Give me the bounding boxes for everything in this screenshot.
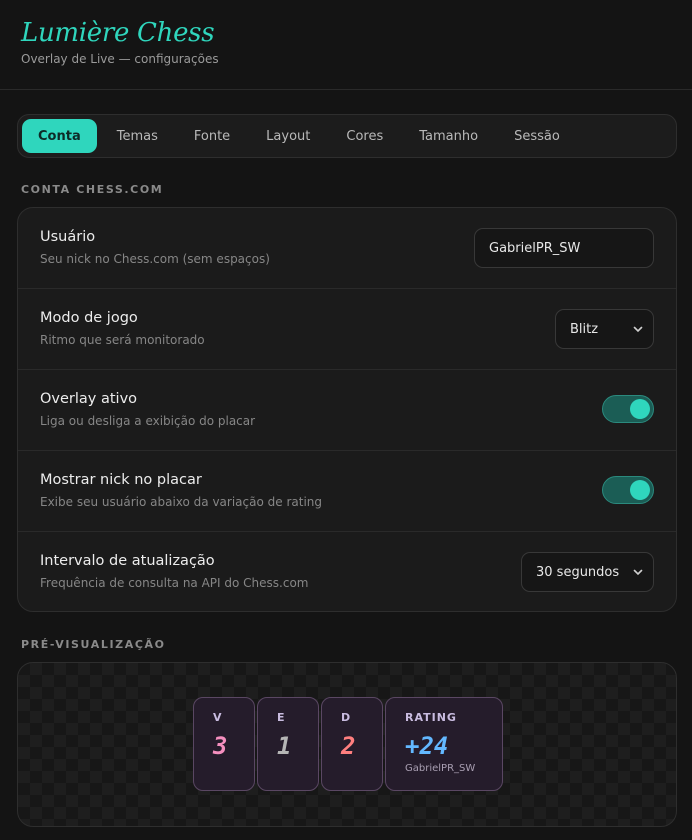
- losses-box: D 2: [321, 697, 383, 791]
- wins-value: 3: [213, 732, 228, 760]
- rating-nick: GabrielPR_SW: [405, 763, 476, 774]
- toggle-knob: [630, 480, 650, 500]
- tab-sessao[interactable]: Sessão: [498, 119, 576, 153]
- rating-value: +24: [405, 732, 449, 760]
- app-title: Lumière Chess: [21, 18, 215, 48]
- draws-label: E: [277, 711, 286, 724]
- app-subtitle: Overlay de Live — configurações: [21, 52, 219, 66]
- tab-tamanho[interactable]: Tamanho: [403, 119, 494, 153]
- tab-layout[interactable]: Layout: [250, 119, 326, 153]
- chevron-down-icon: [633, 326, 643, 333]
- setting-row-user: Usuário Seu nick no Chess.com (sem espaç…: [18, 208, 676, 289]
- account-settings-card: Usuário Seu nick no Chess.com (sem espaç…: [17, 207, 677, 612]
- toggle-knob: [630, 399, 650, 419]
- interval-value: 30 segundos: [536, 564, 620, 580]
- game-mode-value: Blitz: [570, 321, 599, 337]
- overlay-desc: Liga ou desliga a exibição do placar: [40, 414, 256, 428]
- chevron-down-icon: [633, 569, 643, 576]
- setting-row-overlay: Overlay ativo Liga ou desliga a exibição…: [18, 370, 676, 451]
- tab-fonte[interactable]: Fonte: [178, 119, 246, 153]
- setting-row-interval: Intervalo de atualização Frequência de c…: [18, 532, 676, 611]
- game-mode-select[interactable]: Blitz: [555, 309, 654, 349]
- app-header: Lumière Chess Overlay de Live — configur…: [0, 0, 692, 90]
- scoreboard: V 3 E 1 D 2 RATING +24 GabrielPR_SW: [193, 697, 503, 791]
- tab-temas[interactable]: Temas: [101, 119, 174, 153]
- wins-box: V 3: [193, 697, 255, 791]
- overlay-preview: V 3 E 1 D 2 RATING +24 GabrielPR_SW: [17, 662, 677, 827]
- rating-box: RATING +24 GabrielPR_SW: [385, 697, 503, 791]
- rating-label: RATING: [405, 711, 457, 724]
- username-input[interactable]: [474, 228, 654, 268]
- account-section-label: CONTA CHESS.COM: [21, 183, 164, 196]
- losses-label: D: [341, 711, 352, 724]
- show-nick-desc: Exibe seu usuário abaixo da variação de …: [40, 495, 323, 509]
- setting-row-mode: Modo de jogo Ritmo que será monitorado B…: [18, 289, 676, 370]
- tab-bar: Conta Temas Fonte Layout Cores Tamanho S…: [17, 114, 677, 158]
- preview-section-label: PRÉ-VISUALIZAÇÃO: [21, 638, 166, 651]
- interval-select[interactable]: 30 segundos: [521, 552, 654, 592]
- draws-box: E 1: [257, 697, 319, 791]
- wins-label: V: [213, 711, 223, 724]
- show-nick-title: Mostrar nick no placar: [40, 472, 202, 488]
- setting-row-show-nick: Mostrar nick no placar Exibe seu usuário…: [18, 451, 676, 532]
- overlay-toggle[interactable]: [602, 395, 654, 423]
- tab-conta[interactable]: Conta: [22, 119, 97, 153]
- draws-value: 1: [277, 732, 292, 760]
- losses-value: 2: [341, 732, 356, 760]
- overlay-title: Overlay ativo: [40, 391, 138, 407]
- tab-cores[interactable]: Cores: [330, 119, 399, 153]
- show-nick-toggle[interactable]: [602, 476, 654, 504]
